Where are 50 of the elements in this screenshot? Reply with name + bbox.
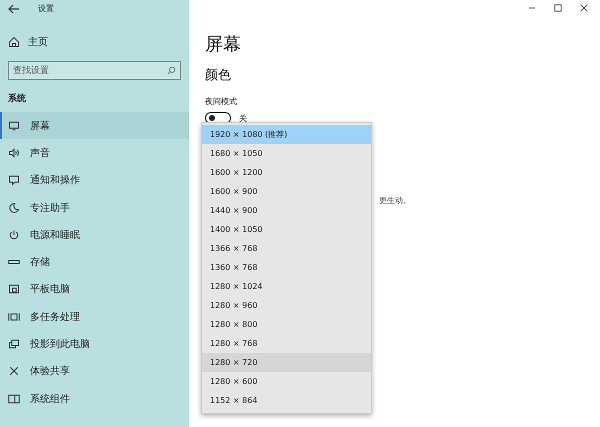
power-icon <box>8 228 20 241</box>
sidebar-item[interactable]: 电源和睡眠 <box>0 221 189 248</box>
project-icon <box>8 338 20 350</box>
speaker-icon <box>8 146 20 159</box>
panel-icon <box>8 392 20 405</box>
dropdown-option[interactable]: 1280 × 1024 <box>202 277 371 296</box>
tablet-icon <box>8 283 20 296</box>
dropdown-option[interactable]: 1600 × 1200 <box>202 163 371 182</box>
dropdown-option[interactable]: 1280 × 960 <box>202 296 371 315</box>
search-icon <box>167 66 176 75</box>
section-heading: 系统 <box>7 92 27 106</box>
dropdown-option[interactable]: 1920 × 1080 (推荐) <box>202 125 371 144</box>
sidebar-item[interactable]: 多任务处理 <box>0 303 189 330</box>
sidebar-item[interactable]: 投影到此电脑 <box>0 330 189 358</box>
dropdown-option[interactable]: 1280 × 800 <box>202 315 371 334</box>
maximize-icon[interactable] <box>554 4 562 12</box>
message-icon <box>8 174 20 186</box>
dropdown-option[interactable]: 1440 × 900 <box>202 201 371 220</box>
back-arrow-icon[interactable] <box>8 2 20 14</box>
page-title: 屏幕 <box>205 33 242 56</box>
window-title: 设置 <box>38 3 54 14</box>
sidebar-item[interactable]: 存储 <box>0 248 189 276</box>
setting-label: 夜间模式 <box>205 96 238 107</box>
dropdown-option[interactable]: 1360 × 768 <box>202 258 371 277</box>
sidebar-item[interactable]: 系统组件 <box>0 384 189 412</box>
dropdown-option[interactable]: 1280 × 720 <box>202 353 371 372</box>
search-field[interactable]: 查找设置 <box>8 61 181 80</box>
home-link[interactable]: 主页 <box>0 17 189 51</box>
sidebar-item[interactable]: 平板电脑 <box>0 276 189 304</box>
toggle-state: 关 <box>239 112 247 124</box>
dropdown-option[interactable]: 1400 × 1050 <box>202 220 371 239</box>
moon-icon <box>8 202 20 214</box>
cross-icon <box>8 365 20 378</box>
description-text: 更生动。 <box>379 195 411 206</box>
multitask-icon <box>8 310 20 323</box>
close-icon[interactable] <box>580 4 588 12</box>
dropdown-option[interactable]: 1366 × 768 <box>202 239 371 258</box>
sidebar-item[interactable]: 专注助手 <box>0 194 189 222</box>
dropdown-option[interactable]: 1280 × 768 <box>202 334 371 353</box>
dropdown-option[interactable]: 1680 × 1050 <box>202 144 371 163</box>
sidebar-item[interactable]: 声音 <box>0 139 189 167</box>
section-heading: 颜色 <box>205 67 232 84</box>
sidebar-item[interactable]: 体验共享 <box>0 358 189 385</box>
dropdown-option[interactable]: 1280 × 600 <box>202 372 371 391</box>
sidebar-item[interactable]: 屏幕 <box>0 112 189 140</box>
sidebar-item[interactable]: 通知和操作 <box>0 166 189 194</box>
dropdown-option[interactable]: 1152 × 864 <box>202 391 371 410</box>
monitor-icon <box>8 120 20 132</box>
home-icon <box>8 36 20 48</box>
dropdown-option[interactable]: 1600 × 900 <box>202 182 371 201</box>
